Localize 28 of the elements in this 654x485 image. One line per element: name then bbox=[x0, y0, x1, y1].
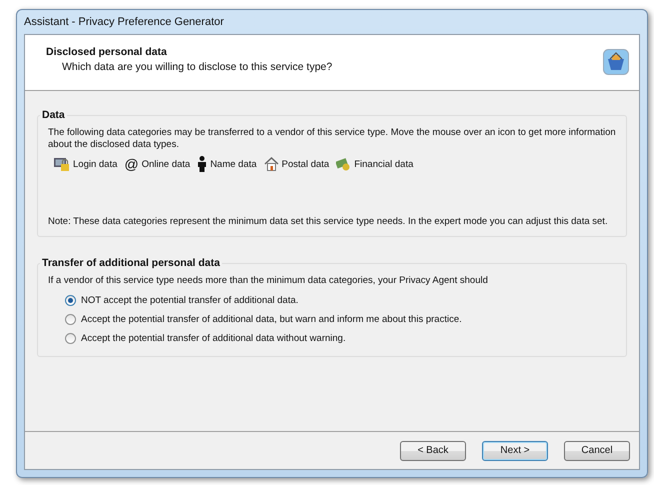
note-text: Note: These data categories represent the minimum data set this service type needs. In the expert mode you can adjust this data set. bbox=[48, 216, 609, 228]
intro-text: The following data categories may be transferred to a vendor of this service type. Move the mouse over an icon to get more information about the disclosed data types. bbox=[48, 127, 616, 151]
option-label[interactable]: Accept the potential transfer of additional data, but warn and inform me about this practice. bbox=[81, 314, 462, 325]
category-label: Name data bbox=[210, 158, 257, 170]
default-button[interactable]: Next > bbox=[482, 440, 548, 460]
option-label[interactable]: NOT accept the potential transfer of additional data. bbox=[81, 295, 298, 306]
option-label[interactable]: Accept the potential transfer of additional data without warning. bbox=[81, 333, 346, 344]
radio-button[interactable] bbox=[65, 314, 76, 325]
intro-text: If a vendor of this service type needs more than the minimum data categories, your Privacy Agent should bbox=[48, 275, 489, 287]
at-sign-icon[interactable]: @ bbox=[124, 156, 139, 172]
person-icon[interactable] bbox=[197, 156, 208, 172]
group-title: Data bbox=[41, 109, 66, 121]
dialog-button[interactable]: Cancel bbox=[564, 440, 630, 460]
category-label: Postal data bbox=[282, 158, 330, 170]
dialog-button[interactable]: < Back bbox=[400, 440, 466, 460]
basket-icon bbox=[603, 49, 629, 75]
money-icon[interactable] bbox=[336, 157, 352, 171]
category-label: Financial data bbox=[354, 158, 414, 170]
lock-screen-icon[interactable] bbox=[54, 157, 70, 171]
page-subtitle: Which data are you willing to disclose to this service type? bbox=[62, 61, 332, 73]
house-icon[interactable] bbox=[264, 157, 279, 171]
window-title: Assistant - Privacy Preference Generator bbox=[24, 16, 224, 28]
radio-button[interactable] bbox=[65, 295, 76, 306]
page-title: Disclosed personal data bbox=[46, 46, 168, 58]
category-label: Online data bbox=[142, 158, 190, 170]
radio-button[interactable] bbox=[65, 333, 76, 344]
group-title: Transfer of additional personal data bbox=[41, 257, 221, 269]
category-label: Login data bbox=[73, 158, 118, 170]
